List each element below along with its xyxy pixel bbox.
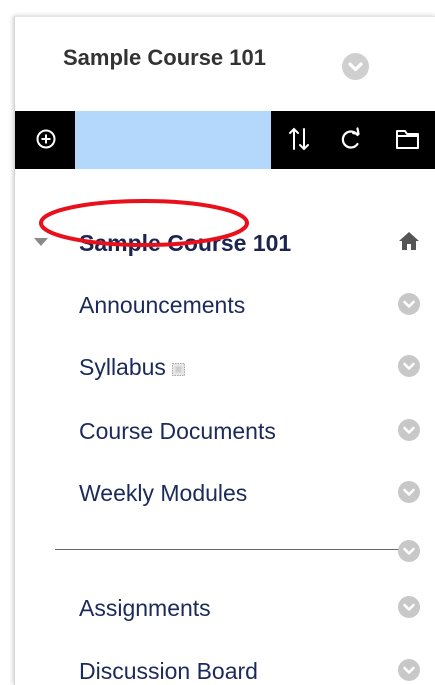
syllabus-label-text[interactable]: Syllabus xyxy=(79,354,166,380)
collapse-triangle-icon[interactable] xyxy=(33,236,49,248)
course-options-chevron-icon[interactable] xyxy=(342,53,369,80)
course-home-row[interactable]: Sample Course 101 xyxy=(15,222,435,262)
chevron-down-icon[interactable] xyxy=(398,659,420,681)
folder-button[interactable] xyxy=(387,111,427,169)
chevron-down-icon[interactable] xyxy=(398,293,420,315)
chevron-down-icon[interactable] xyxy=(398,419,420,441)
menu-item-syllabus[interactable]: Syllabus xyxy=(15,346,435,386)
menu-item-course-documents[interactable]: Course Documents xyxy=(15,410,435,450)
menu-item-discussion-board[interactable]: Discussion Board xyxy=(15,650,435,685)
reorder-button[interactable] xyxy=(281,111,317,169)
add-menu-item-button[interactable] xyxy=(15,111,75,169)
course-home-link[interactable]: Sample Course 101 xyxy=(79,230,291,257)
folder-icon xyxy=(396,130,419,149)
menu-item-label[interactable]: Syllabus xyxy=(79,354,185,381)
refresh-button[interactable] xyxy=(333,111,369,169)
menu-item-assignments[interactable]: Assignments xyxy=(15,587,435,627)
reorder-arrows-icon xyxy=(289,127,309,151)
course-header: Sample Course 101 xyxy=(15,17,435,111)
chevron-down-icon[interactable] xyxy=(398,355,420,377)
menu-divider-row xyxy=(15,532,435,572)
refresh-icon xyxy=(341,127,360,149)
chevron-down-icon[interactable] xyxy=(398,596,420,618)
add-circle-icon xyxy=(36,129,56,149)
menu-item-announcements[interactable]: Announcements xyxy=(15,284,435,324)
quick-add-input[interactable] xyxy=(75,111,271,169)
menu-toolbar xyxy=(15,111,435,169)
course-menu-panel: Sample Course 101 Sample Course 101 Anno… xyxy=(14,16,435,685)
menu-item-label[interactable]: Discussion Board xyxy=(79,658,258,685)
course-title: Sample Course 101 xyxy=(63,45,266,70)
menu-item-label[interactable]: Assignments xyxy=(79,595,211,622)
hidden-item-icon xyxy=(171,363,185,376)
menu-item-label[interactable]: Weekly Modules xyxy=(79,480,247,507)
menu-item-label[interactable]: Course Documents xyxy=(79,418,276,445)
menu-item-weekly-modules[interactable]: Weekly Modules xyxy=(15,472,435,512)
home-icon[interactable] xyxy=(397,229,421,253)
chevron-down-icon[interactable] xyxy=(398,481,420,503)
menu-item-label[interactable]: Announcements xyxy=(79,292,245,319)
chevron-down-icon[interactable] xyxy=(398,540,420,562)
menu-divider xyxy=(55,549,405,550)
